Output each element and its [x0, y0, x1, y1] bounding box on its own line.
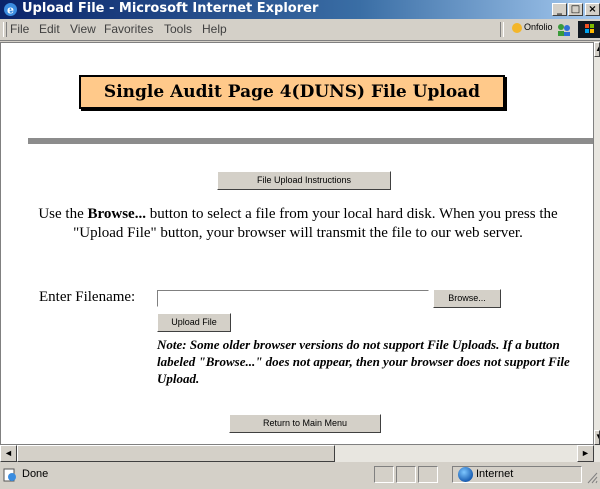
resize-grip-icon[interactable]	[586, 470, 598, 484]
intro-part2: button to select a file from your local …	[73, 206, 558, 241]
page-done-icon	[3, 468, 16, 482]
horizontal-scroll-thumb[interactable]	[17, 445, 335, 462]
security-zone-text: Internet	[476, 468, 514, 480]
status-pane	[396, 466, 416, 483]
intro-part1: Use the	[38, 206, 88, 222]
menu-favorites[interactable]: Favorites	[104, 22, 153, 36]
page-title: Single Audit Page 4(DUNS) File Upload	[103, 82, 481, 102]
filename-label: Enter Filename:	[39, 289, 136, 305]
file-upload-instructions-button[interactable]: File Upload Instructions	[217, 171, 391, 190]
menu-help[interactable]: Help	[202, 22, 227, 36]
divider	[28, 138, 593, 144]
intro-text: Use the Browse... button to select a fil…	[15, 205, 581, 243]
scroll-up-icon[interactable]: ▲	[594, 42, 600, 57]
menu-tools[interactable]: Tools	[164, 22, 192, 36]
browser-note: Note: Some older browser versions do not…	[157, 337, 570, 386]
horizontal-scrollbar[interactable]: ◄ ►	[0, 445, 600, 462]
page-content: Single Audit Page 4(DUNS) File Upload Fi…	[0, 42, 594, 445]
onfolio-button[interactable]: Onfolio	[512, 22, 553, 33]
toolbar-separator	[500, 22, 504, 37]
window-title: Upload File - Microsoft Internet Explore…	[22, 1, 319, 16]
menu-file[interactable]: File	[10, 22, 29, 36]
close-icon: ×	[588, 4, 597, 15]
minimize-icon: _	[557, 4, 562, 15]
heading-box: Single Audit Page 4(DUNS) File Upload	[79, 75, 505, 109]
close-button[interactable]: ×	[585, 3, 600, 16]
status-pane	[374, 466, 394, 483]
messenger-icon[interactable]	[556, 22, 572, 37]
status-pane	[418, 466, 438, 483]
onfolio-label: Onfolio	[524, 22, 553, 32]
menu-bar: File Edit View Favorites Tools Help Onfo…	[0, 19, 600, 41]
status-text: Done	[22, 468, 49, 480]
scroll-right-icon[interactable]: ►	[577, 445, 594, 462]
menu-edit[interactable]: Edit	[39, 22, 60, 36]
internet-explorer-icon: e	[4, 3, 17, 17]
intro-browse-bold: Browse...	[87, 206, 146, 222]
maximize-icon: □	[570, 4, 581, 15]
scroll-left-icon[interactable]: ◄	[0, 445, 17, 462]
status-bar: Done Internet	[0, 462, 600, 487]
menu-view[interactable]: View	[70, 22, 96, 36]
upload-file-button[interactable]: Upload File	[157, 313, 231, 332]
maximize-button[interactable]: □	[568, 3, 583, 16]
toolbar-grip[interactable]	[3, 22, 7, 37]
scroll-down-icon[interactable]: ▼	[594, 430, 600, 445]
svg-text:e: e	[7, 4, 14, 17]
window-titlebar[interactable]: e Upload File - Microsoft Internet Explo…	[0, 0, 600, 19]
internet-zone-icon	[458, 467, 473, 482]
windows-logo-icon	[578, 21, 600, 38]
return-to-main-menu-button[interactable]: Return to Main Menu	[229, 414, 381, 433]
minimize-button[interactable]: _	[552, 3, 567, 16]
filename-input[interactable]	[157, 290, 429, 307]
browse-button[interactable]: Browse...	[433, 289, 501, 308]
onfolio-icon	[512, 22, 522, 33]
vertical-scrollbar[interactable]: ▲ ▼	[594, 42, 600, 445]
